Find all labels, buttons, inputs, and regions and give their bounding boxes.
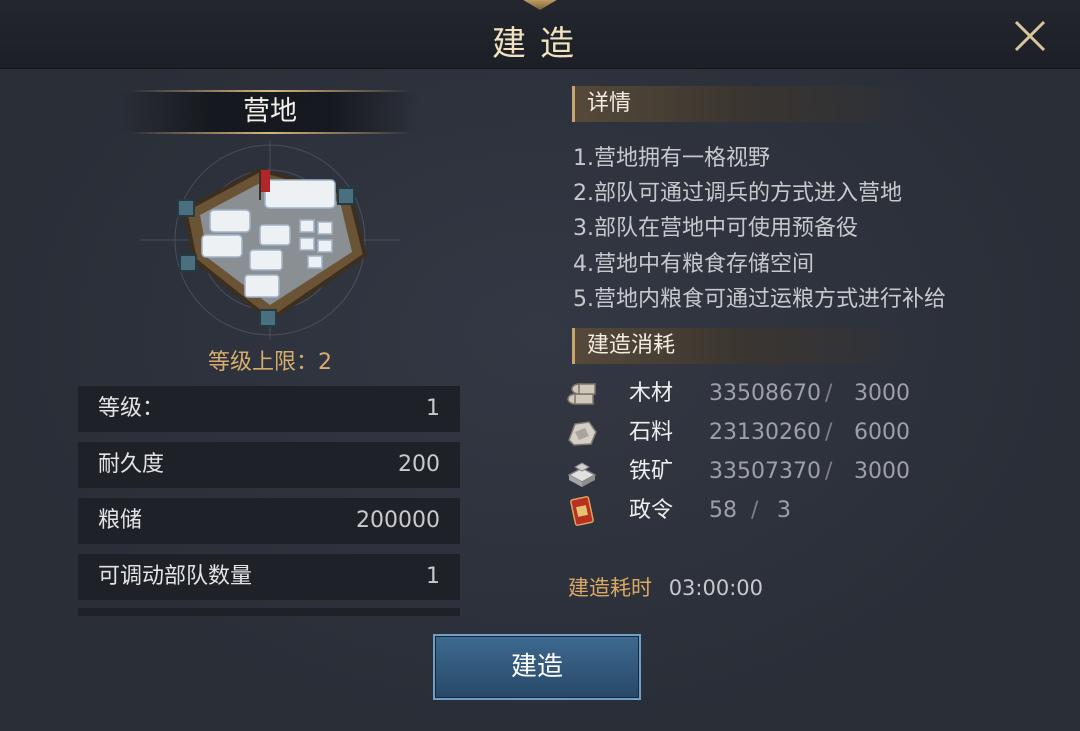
resource-need: 3000 <box>854 381 910 406</box>
detail-line: 4.营地中有粮食存储空间 <box>573 252 814 277</box>
resource-row-wood: 木材 33508670 / 3000 <box>565 377 965 411</box>
resource-name: 铁矿 <box>629 459 674 484</box>
resource-row-stone: 石料 23130260 / 6000 <box>565 416 965 450</box>
resource-have: 33507370 <box>709 459 821 484</box>
build-button[interactable]: 建造 <box>433 634 641 700</box>
details-heading: 详情 <box>572 86 917 122</box>
stone-icon <box>568 421 597 446</box>
stat-row-durability: 耐久度 200 <box>78 442 460 488</box>
resource-separator: / <box>825 381 833 406</box>
resource-separator: / <box>825 459 833 484</box>
resource-need: 3 <box>777 498 791 523</box>
build-time: 建造耗时 03:00:00 <box>568 572 763 602</box>
name-ribbon-bottom-line <box>130 132 410 134</box>
resource-need: 6000 <box>854 420 910 445</box>
resource-need: 3000 <box>854 459 910 484</box>
detail-line: 1.营地拥有一格视野 <box>573 146 770 171</box>
level-limit: 等级上限：2 <box>208 350 332 375</box>
header-ornament <box>520 0 560 10</box>
resource-name: 石料 <box>629 420 674 445</box>
stat-value: 200 <box>398 452 440 477</box>
stat-label: 等级： <box>98 396 165 421</box>
build-time-value: 03:00:00 <box>668 576 764 600</box>
detail-line: 5.营地内粮食可通过运粮方式进行补给 <box>573 287 946 312</box>
decree-icon <box>570 496 594 526</box>
resource-separator: / <box>825 420 833 445</box>
resource-have: 23130260 <box>709 420 821 445</box>
stat-label: 可调动部队数量 <box>98 564 253 589</box>
stat-row-grain-storage: 粮储 200000 <box>78 498 460 544</box>
stat-label: 耐久度 <box>98 452 165 477</box>
resource-have: 33508670 <box>709 381 821 406</box>
close-icon[interactable] <box>1010 16 1050 56</box>
cost-heading: 建造消耗 <box>572 328 917 364</box>
stat-label: 粮储 <box>98 508 143 533</box>
stat-value: 200000 <box>356 508 440 533</box>
iron-ore-icon <box>567 462 597 487</box>
stat-row-troop-count: 可调动部队数量 1 <box>78 554 460 600</box>
resource-name: 木材 <box>629 381 674 406</box>
stat-value: 1 <box>426 396 440 421</box>
detail-line: 3.部队在营地中可使用预备役 <box>573 216 858 241</box>
stat-row-level: 等级： 1 <box>78 386 460 432</box>
stat-list-overflow[interactable] <box>78 608 460 616</box>
building-name: 营地 <box>120 92 420 132</box>
resource-row-iron: 铁矿 33507370 / 3000 <box>565 455 965 489</box>
dialog-title: 建造 <box>492 24 588 64</box>
detail-line: 2.部队可通过调兵的方式进入营地 <box>573 181 902 206</box>
camp-illustration <box>140 140 400 340</box>
stat-value: 1 <box>426 564 440 589</box>
resource-have: 58 <box>709 498 737 523</box>
wood-icon <box>567 383 596 405</box>
build-time-label: 建造耗时 <box>568 576 652 600</box>
resource-name: 政令 <box>629 498 674 523</box>
resource-row-decree: 政令 58 / 3 <box>565 494 965 528</box>
resource-separator: / <box>751 498 759 523</box>
title-bar: 建造 <box>0 0 1080 69</box>
